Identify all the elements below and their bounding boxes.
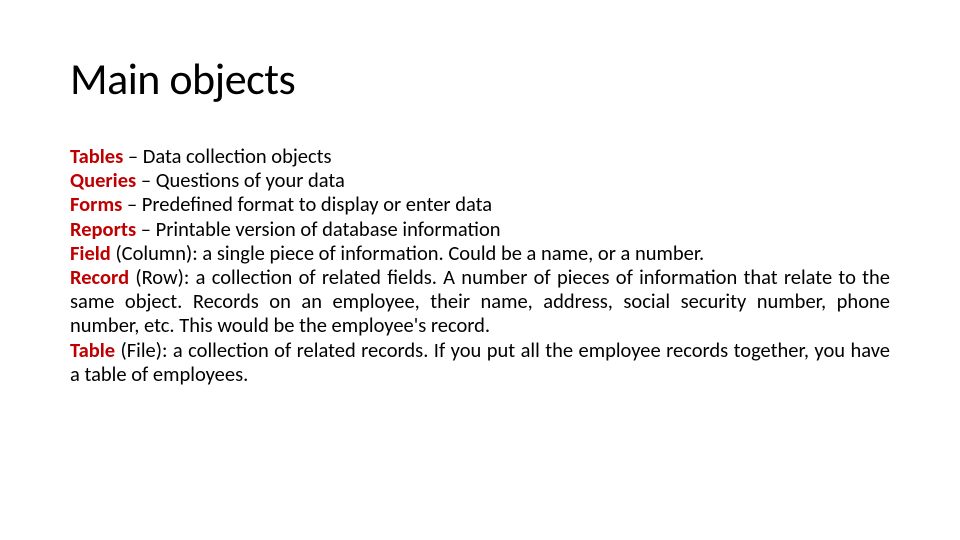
definition-term: Reports bbox=[70, 216, 136, 242]
definition-desc: – Data collection objects bbox=[123, 143, 331, 169]
definition-desc: – Questions of your data bbox=[136, 167, 345, 193]
slide-title: Main objects bbox=[70, 52, 890, 106]
definition-line: Tables – Data collection objects bbox=[70, 144, 890, 168]
definition-desc: (Column): a single piece of information.… bbox=[111, 240, 704, 266]
definition-desc: – Printable version of database informat… bbox=[136, 216, 500, 242]
definition-term: Tables bbox=[70, 143, 123, 169]
definition-line: Field (Column): a single piece of inform… bbox=[70, 241, 890, 265]
definition-line: Reports – Printable version of database … bbox=[70, 217, 890, 241]
definition-term: Forms bbox=[70, 191, 122, 217]
definition-line: Forms – Predefined format to display or … bbox=[70, 192, 890, 216]
definition-term: Queries bbox=[70, 167, 136, 193]
definition-desc: – Predefined format to display or enter … bbox=[122, 191, 492, 217]
definition-term: Field bbox=[70, 240, 111, 266]
definition-line: Record (Row): a collection of related fi… bbox=[70, 265, 890, 338]
slide-body: Tables – Data collection objectsQueries … bbox=[70, 144, 890, 386]
definition-desc: (Row): a collection of related fields. A… bbox=[70, 264, 890, 338]
definition-term: Table bbox=[70, 337, 115, 363]
definition-desc: (File): a collection of related records.… bbox=[70, 337, 890, 387]
definition-term: Record bbox=[70, 264, 129, 290]
definition-line: Table (File): a collection of related re… bbox=[70, 338, 890, 386]
definition-line: Queries – Questions of your data bbox=[70, 168, 890, 192]
